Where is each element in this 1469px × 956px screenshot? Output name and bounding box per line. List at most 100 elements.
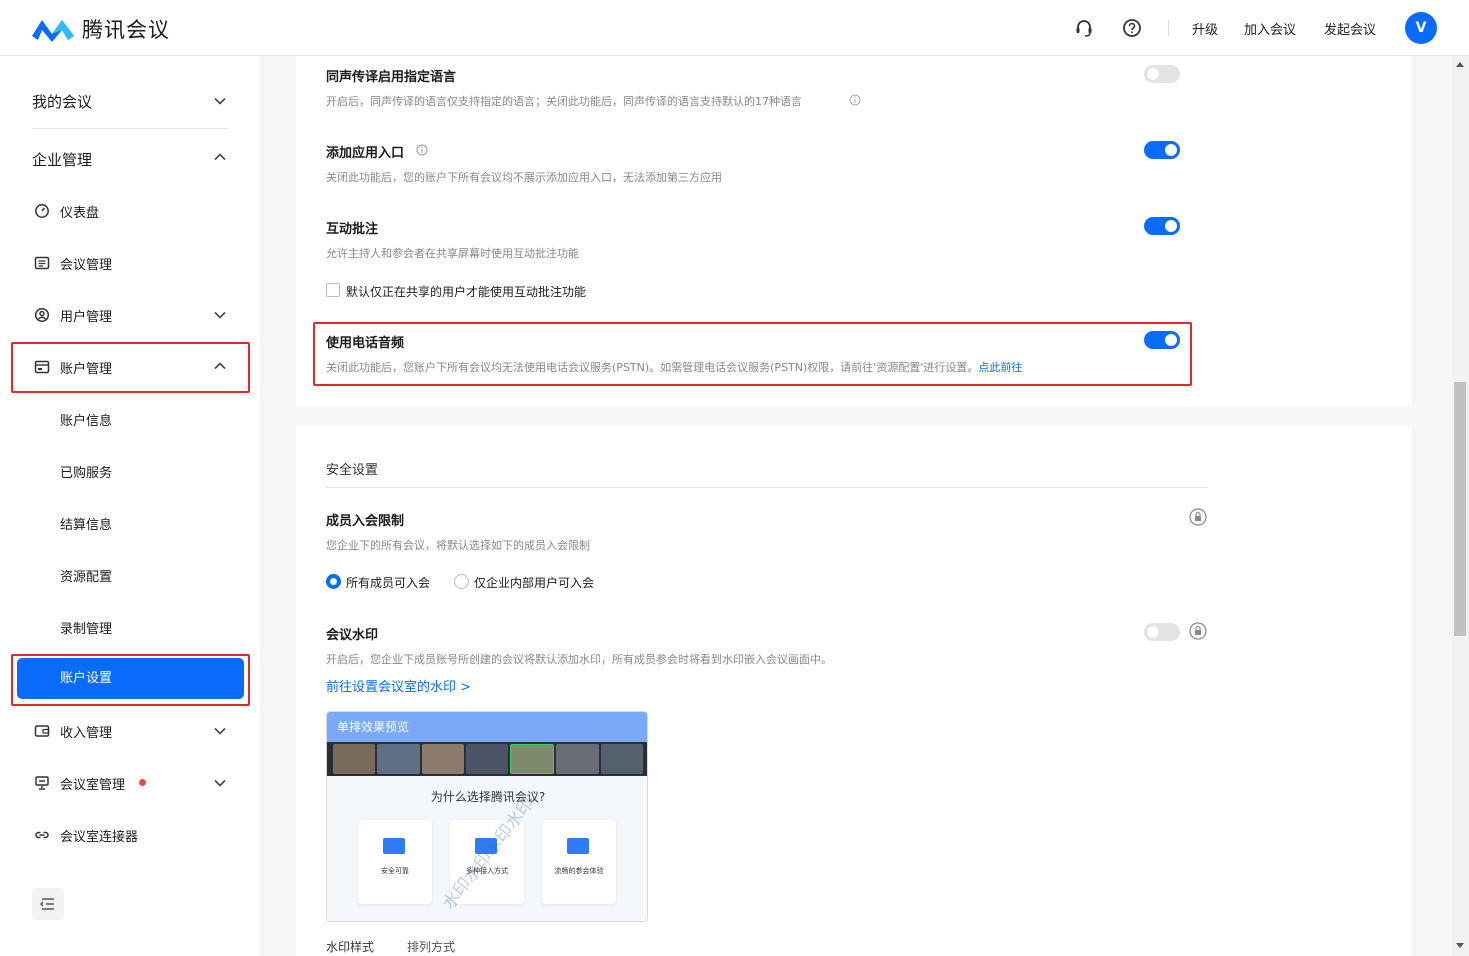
- app-logo[interactable]: 腾讯会议: [30, 14, 170, 44]
- lock-icon[interactable]: [1189, 622, 1207, 640]
- sidebar-item-label: 会议室连接器: [60, 829, 139, 845]
- chevron-down-icon[interactable]: [213, 724, 227, 738]
- setting-desc: 您企业下的所有会议，将默认选择如下的成员入会限制: [326, 539, 590, 552]
- highlight-box-phone-audio: [313, 322, 1192, 386]
- nav-divider: [32, 128, 228, 129]
- sidebar-item-label: 会议室管理: [60, 777, 126, 793]
- info-icon[interactable]: [849, 94, 861, 106]
- participant-thumbnail: [465, 744, 509, 774]
- nav-my-meetings[interactable]: 我的会议: [32, 91, 92, 112]
- participant-thumbnail: [377, 744, 420, 774]
- sidebar: [0, 56, 260, 956]
- smooth-experience-icon: [567, 838, 589, 854]
- watermark-settings-link[interactable]: 前往设置会议室的水印 >: [326, 676, 471, 695]
- sidebar-item-revenue-management[interactable]: 收入管理: [34, 721, 112, 741]
- watermark-preview: 单排效果预览 为什么选择腾讯会议? 安全可靠 多种接入方式 流畅的参会体验 水印…: [326, 711, 648, 922]
- sidebar-item-label: 仪表盘: [60, 205, 100, 221]
- sidebar-item-meeting-room-management[interactable]: 会议室管理: [34, 773, 125, 793]
- help-icon[interactable]: [1122, 18, 1142, 38]
- scroll-thumb[interactable]: [1454, 382, 1466, 636]
- setting-title: 会议水印: [326, 628, 379, 643]
- checkbox-label: 默认仅正在共享的用户才能使用互动批注功能: [346, 285, 587, 299]
- chevron-up-icon[interactable]: [213, 150, 227, 164]
- setting-title: 成员入会限制: [326, 514, 405, 529]
- chevron-right-icon: >: [460, 680, 472, 695]
- app-name: 腾讯会议: [82, 18, 170, 42]
- watermark-layout-label: 排列方式: [407, 940, 456, 954]
- sidebar-item-room-connector[interactable]: 会议室连接器: [34, 825, 138, 845]
- collapse-menu-icon: [39, 898, 54, 910]
- section-title: 安全设置: [326, 463, 379, 478]
- sidebar-subitem-account-info[interactable]: 账户信息: [60, 410, 112, 429]
- main-scrollbar[interactable]: [1452, 56, 1469, 956]
- lock-icon[interactable]: [1189, 508, 1207, 526]
- sidebar-item-label: 会议管理: [60, 257, 113, 273]
- setting-title: 添加应用入口: [326, 146, 405, 161]
- radio-internal-only[interactable]: [454, 574, 469, 589]
- preview-header: 单排效果预览: [327, 712, 647, 742]
- setting-desc: 允许主持人和参会者在共享屏幕时使用互动批注功能: [326, 247, 579, 260]
- watermark-style-label: 水印样式: [326, 940, 375, 954]
- avatar[interactable]: V: [1405, 12, 1437, 44]
- dashboard-icon: [35, 204, 49, 218]
- link-icon: [35, 831, 49, 839]
- chevron-down-icon[interactable]: [213, 776, 227, 790]
- sidebar-subitem-recording-management[interactable]: 录制管理: [60, 618, 112, 637]
- top-bar: 腾讯会议 升级 加入会议 发起会议 V: [0, 0, 1469, 56]
- setting-title: 同声传译启用指定语言: [326, 70, 457, 85]
- sidebar-subitem-billing-info[interactable]: 结算信息: [60, 514, 112, 533]
- annotation-toggle[interactable]: [1144, 217, 1180, 235]
- radio-label: 所有成员可入会: [346, 576, 431, 590]
- chevron-down-icon[interactable]: [213, 94, 227, 108]
- toggle-knob: [1165, 144, 1177, 156]
- video-thumbnail-strip: [327, 742, 647, 776]
- headset-icon[interactable]: [1074, 18, 1094, 38]
- setting-desc: 开启后，您企业下成员账号所创建的会议将默认添加水印，所有成员参会时将看到水印嵌入…: [326, 653, 832, 666]
- chevron-down-icon[interactable]: [213, 308, 227, 322]
- participant-thumbnail: [421, 744, 464, 774]
- sidebar-subitem-purchased-services[interactable]: 已购服务: [60, 462, 112, 481]
- sidebar-item-label: 用户管理: [60, 309, 113, 325]
- main-content: 同声传译启用指定语言 开启后，同声传译的语言仅支持指定的语言；关闭此功能后，同声…: [260, 56, 1452, 956]
- watermark-settings-link-text: 前往设置会议室的水印: [326, 680, 457, 695]
- toggle-knob: [1165, 220, 1177, 232]
- radio-label: 仅企业内部用户可入会: [474, 576, 595, 590]
- join-meeting-link[interactable]: 加入会议: [1244, 19, 1296, 38]
- preview-feature-card: 流畅的参会体验: [542, 820, 616, 904]
- sidebar-subitem-resource-config[interactable]: 资源配置: [60, 566, 112, 585]
- list-icon: [34, 256, 50, 270]
- sidebar-item-user-management[interactable]: 用户管理: [34, 305, 112, 325]
- tencent-meeting-logo-icon: [32, 20, 74, 42]
- collapse-sidebar-button[interactable]: [32, 888, 64, 920]
- info-icon[interactable]: [416, 144, 428, 156]
- feature-card-label: 流畅的参会体验: [554, 867, 604, 875]
- secure-icon: [383, 838, 405, 854]
- simultaneous-lang-toggle[interactable]: [1144, 65, 1180, 83]
- sidebar-item-label: 收入管理: [60, 725, 113, 741]
- start-meeting-link[interactable]: 发起会议: [1324, 19, 1376, 38]
- watermark-toggle[interactable]: [1144, 623, 1180, 641]
- nav-enterprise-management[interactable]: 企业管理: [32, 149, 92, 170]
- user-icon: [34, 307, 50, 323]
- security-card: 安全设置 成员入会限制 您企业下的所有会议，将默认选择如下的成员入会限制 所有成…: [296, 426, 1412, 956]
- notification-dot: [139, 779, 146, 786]
- participant-thumbnail: [510, 744, 555, 774]
- sidebar-item-dashboard[interactable]: 仪表盘: [34, 201, 99, 221]
- participant-thumbnail: [333, 744, 376, 774]
- setting-desc: 关闭此功能后，您的账户下所有会议均不展示添加应用入口，无法添加第三方应用: [326, 171, 722, 184]
- radio-all-members[interactable]: [326, 574, 341, 589]
- header-divider: [1168, 20, 1169, 36]
- toggle-knob: [1147, 68, 1159, 80]
- highlight-box-account-management: [11, 342, 250, 393]
- scroll-down-arrow-icon[interactable]: [1456, 943, 1464, 948]
- setting-title: 互动批注: [326, 222, 379, 237]
- feature-card-label: 安全可靠: [381, 867, 409, 875]
- annotation-sharer-only-checkbox[interactable]: [326, 283, 340, 297]
- add-app-entry-toggle[interactable]: [1144, 141, 1180, 159]
- sidebar-item-meeting-management[interactable]: 会议管理: [34, 253, 112, 273]
- participant-thumbnail: [556, 744, 599, 774]
- scroll-up-arrow-icon[interactable]: [1456, 62, 1464, 67]
- wallet-icon: [34, 725, 50, 737]
- participant-thumbnail: [600, 744, 643, 774]
- upgrade-link[interactable]: 升级: [1192, 19, 1218, 38]
